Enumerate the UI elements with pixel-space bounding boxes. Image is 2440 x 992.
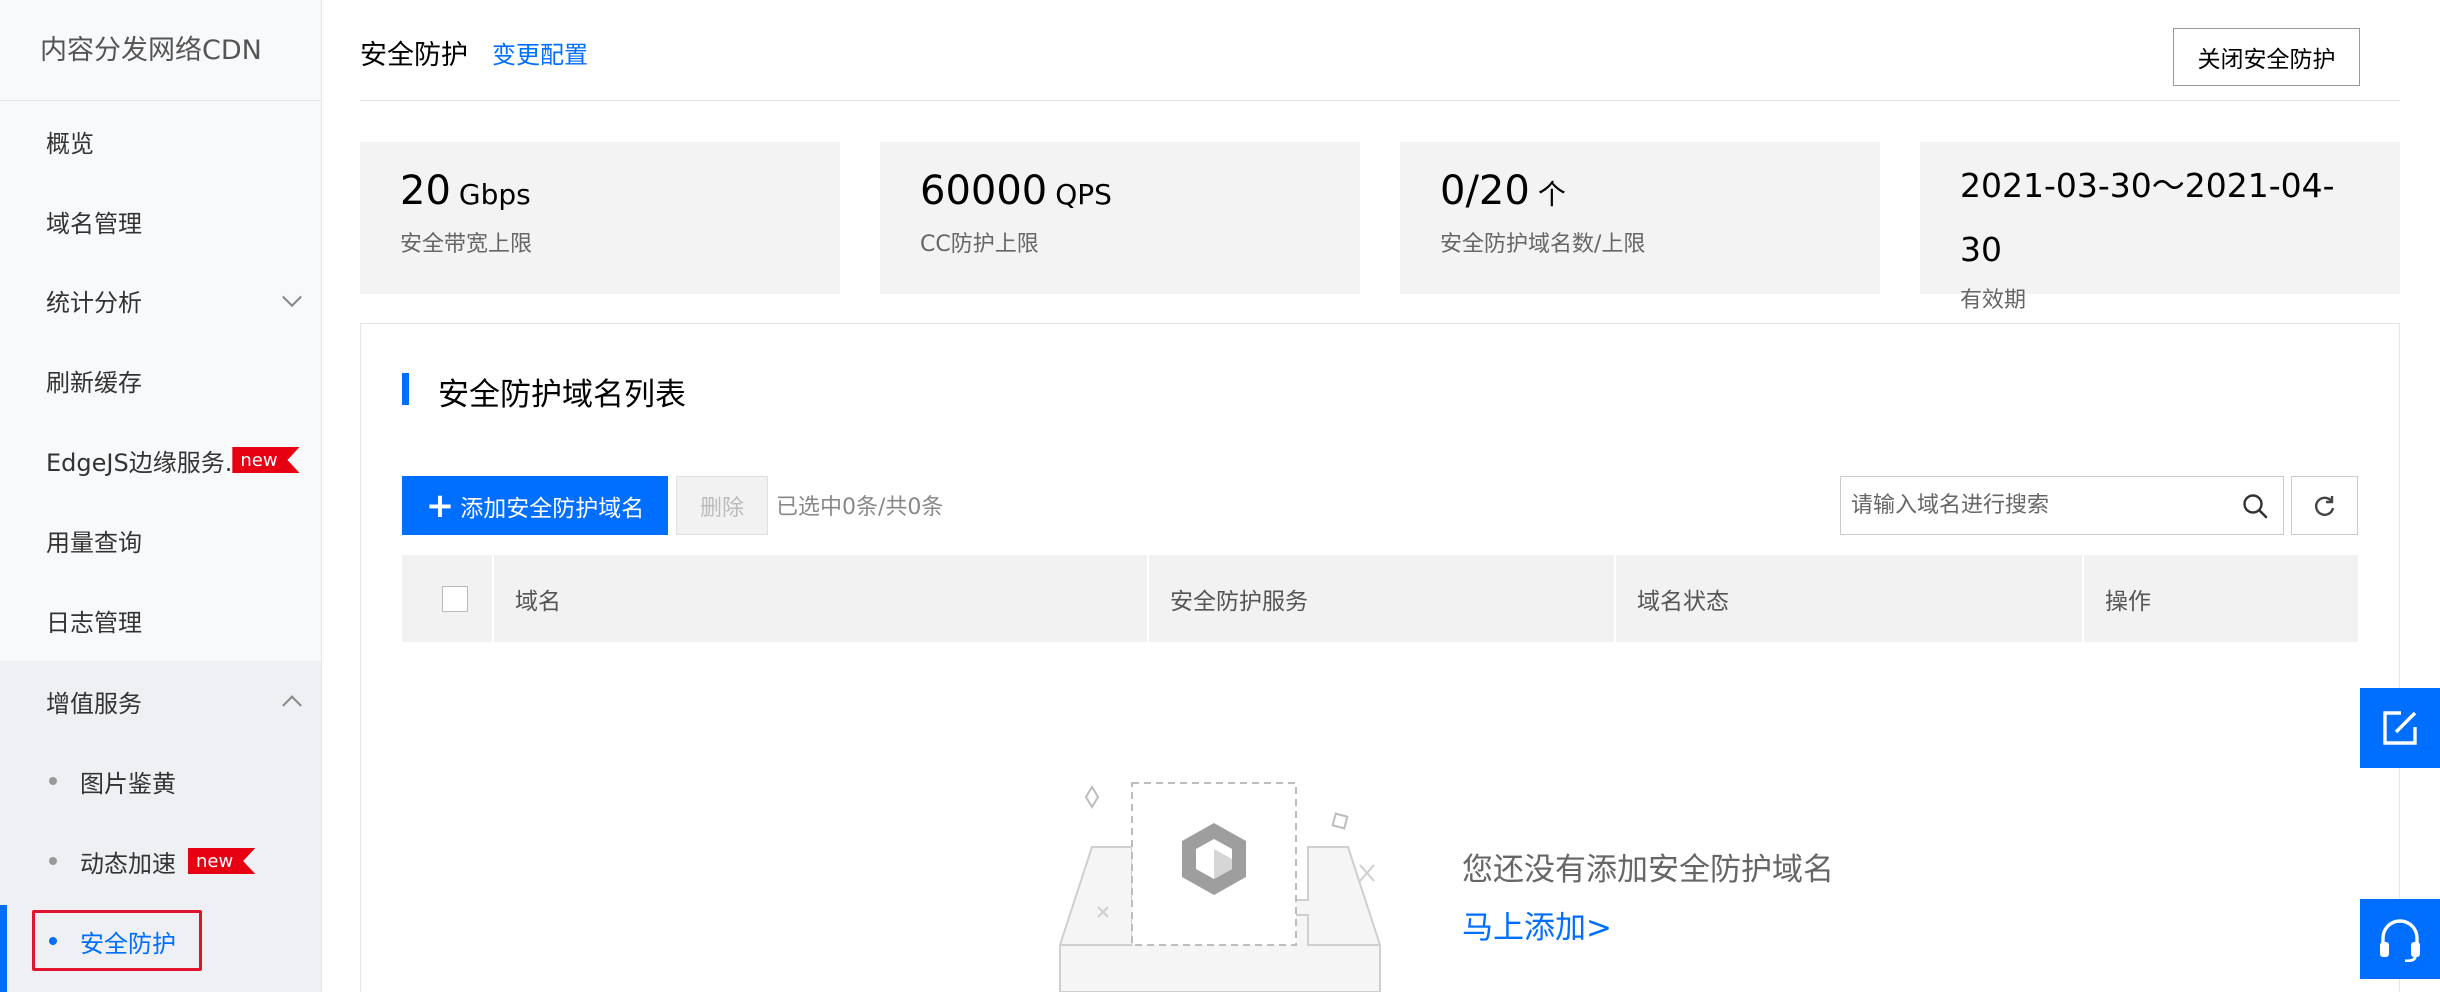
column-header-domain: 域名 bbox=[515, 588, 561, 615]
stat-unit: QPS bbox=[1055, 178, 1112, 211]
sidebar-subitem-label: 图片鉴黄 bbox=[80, 769, 176, 798]
selection-count: 已选中0条/共0条 bbox=[776, 495, 944, 520]
column-divider bbox=[1147, 555, 1149, 642]
column-divider bbox=[2082, 555, 2084, 642]
stat-card-bandwidth: 20 Gbps 安全带宽上限 bbox=[360, 142, 840, 294]
page-title: 安全防护 bbox=[360, 40, 468, 71]
stat-value: 60000 bbox=[920, 168, 1048, 214]
stat-card-domain-count: 0/20 个 安全防护域名数/上限 bbox=[1400, 142, 1880, 294]
stat-unit: 个 bbox=[1537, 178, 1566, 211]
page-header: 安全防护 变更配置 关闭安全防护 bbox=[360, 0, 2400, 101]
column-header-actions: 操作 bbox=[2105, 588, 2151, 615]
sidebar-item-edgejs[interactable]: EdgeJS边缘服务. new bbox=[0, 420, 321, 500]
column-header-protection-service: 安全防护服务 bbox=[1170, 588, 1308, 615]
search-input[interactable] bbox=[1841, 477, 2221, 534]
search-box bbox=[1840, 476, 2284, 535]
stat-card-validity: 2021-03-30～2021-04- 30 有效期 bbox=[1920, 142, 2400, 313]
column-header-domain-status: 域名状态 bbox=[1637, 588, 1729, 615]
table-header: 域名 安全防护服务 域名状态 操作 bbox=[402, 555, 2358, 642]
stat-label: CC防护上限 bbox=[920, 232, 1039, 257]
sidebar-item-label: 概览 bbox=[46, 129, 94, 158]
sidebar-item-label: 刷新缓存 bbox=[46, 368, 142, 397]
change-config-link[interactable]: 变更配置 bbox=[492, 35, 588, 70]
sidebar-item-label: 增值服务 bbox=[46, 689, 142, 718]
new-badge: new bbox=[188, 848, 256, 874]
sidebar-subitem-label: 动态加速 bbox=[80, 849, 176, 878]
column-divider bbox=[492, 555, 494, 642]
chevron-up-icon bbox=[282, 695, 302, 716]
headset-icon bbox=[2380, 919, 2420, 962]
add-now-link[interactable]: 马上添加> bbox=[1462, 902, 1612, 947]
sidebar-title: 内容分发网络CDN bbox=[0, 0, 321, 101]
bullet-icon bbox=[49, 857, 57, 865]
sidebar-item-log-management[interactable]: 日志管理 bbox=[0, 580, 321, 660]
sidebar-item-label: 用量查询 bbox=[46, 528, 142, 557]
sidebar-subitem-dynamic-acceleration[interactable]: 动态加速 new bbox=[0, 821, 321, 901]
customer-service-button[interactable] bbox=[2360, 899, 2440, 979]
stat-value-line1: 2021-03-30～2021-04- bbox=[1960, 166, 2335, 205]
close-protection-button[interactable]: 关闭安全防护 bbox=[2173, 28, 2360, 86]
delete-button[interactable]: 删除 bbox=[676, 476, 768, 535]
stat-label: 安全防护域名数/上限 bbox=[1440, 232, 1646, 257]
empty-box-illustration bbox=[1059, 782, 1381, 992]
sidebar-item-overview[interactable]: 概览 bbox=[0, 101, 321, 181]
search-icon[interactable] bbox=[2241, 492, 2269, 520]
stat-value: 20 bbox=[400, 168, 451, 214]
sidebar-item-label: 域名管理 bbox=[46, 209, 142, 238]
sidebar-item-refresh-cache[interactable]: 刷新缓存 bbox=[0, 340, 321, 420]
stat-label: 安全带宽上限 bbox=[400, 232, 533, 257]
stat-value: 0/20 bbox=[1440, 168, 1530, 214]
sidebar: 内容分发网络CDN 概览 域名管理 统计分析 刷新缓存 EdgeJS边缘服务. … bbox=[0, 0, 322, 992]
chevron-down-icon bbox=[282, 287, 302, 308]
sidebar-item-value-added-services[interactable]: 增值服务 bbox=[0, 661, 321, 741]
stat-unit: Gbps bbox=[458, 178, 531, 211]
sidebar-item-statistics[interactable]: 统计分析 bbox=[0, 260, 321, 340]
sidebar-item-domain-management[interactable]: 域名管理 bbox=[0, 181, 321, 261]
stat-label: 有效期 bbox=[1960, 288, 2027, 313]
empty-state-message: 您还没有添加安全防护域名 bbox=[1462, 852, 1834, 888]
new-badge: new bbox=[232, 447, 300, 473]
bullet-icon bbox=[49, 777, 57, 785]
sidebar-subitem-image-moderation[interactable]: 图片鉴黄 bbox=[0, 741, 321, 821]
sidebar-item-label: 统计分析 bbox=[46, 288, 142, 317]
section-title: 安全防护域名列表 bbox=[438, 377, 686, 413]
sidebar-item-usage-query[interactable]: 用量查询 bbox=[0, 500, 321, 580]
stat-value-line2: 30 bbox=[1960, 230, 2002, 269]
add-domain-label: 添加安全防护域名 bbox=[460, 495, 645, 522]
edit-icon bbox=[2383, 711, 2417, 745]
stat-card-cc-limit: 60000 QPS CC防护上限 bbox=[880, 142, 1360, 294]
refresh-button[interactable] bbox=[2291, 476, 2358, 535]
refresh-icon bbox=[2314, 495, 2334, 516]
highlight-outline bbox=[32, 910, 202, 971]
plus-icon: + bbox=[425, 485, 455, 526]
select-all-checkbox[interactable] bbox=[442, 586, 468, 612]
add-domain-button[interactable]: + 添加安全防护域名 bbox=[402, 476, 668, 535]
sidebar-item-label: EdgeJS边缘服务. bbox=[46, 448, 233, 477]
sidebar-item-label: 日志管理 bbox=[46, 608, 142, 637]
section-marker bbox=[402, 373, 409, 405]
column-divider bbox=[1614, 555, 1616, 642]
feedback-button[interactable] bbox=[2360, 688, 2440, 768]
